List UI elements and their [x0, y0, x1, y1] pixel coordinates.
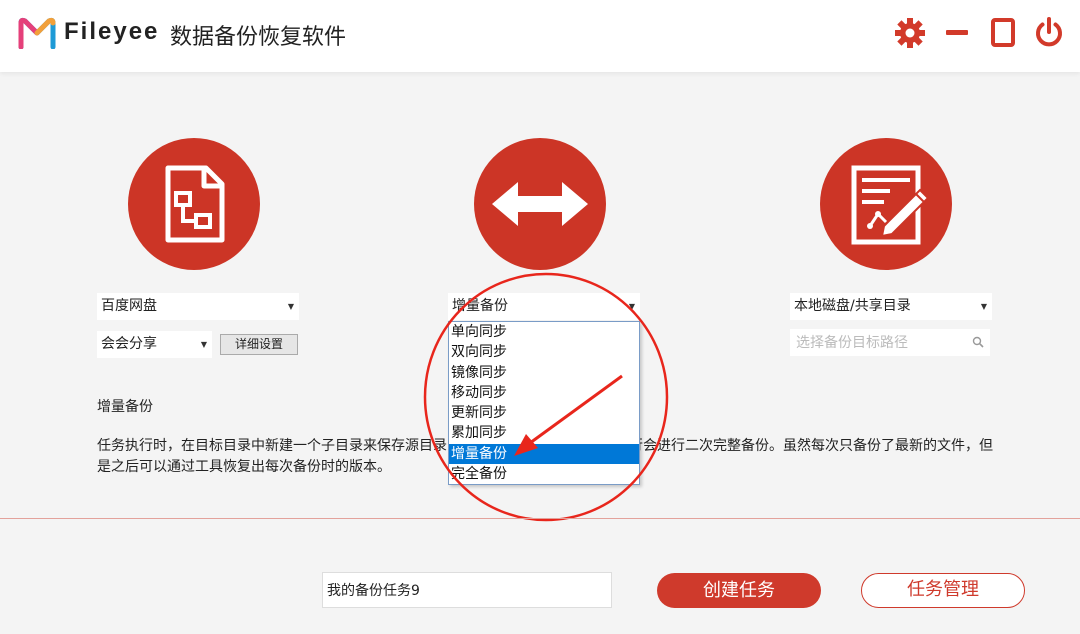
- mode-option[interactable]: 双向同步: [449, 342, 639, 362]
- brand-name: Fileyee: [64, 18, 160, 45]
- target-path-input[interactable]: [790, 329, 990, 356]
- mode-option[interactable]: 镜像同步: [449, 363, 639, 383]
- search-icon[interactable]: [972, 336, 984, 348]
- target-icon-circle[interactable]: [820, 138, 952, 270]
- mode-description-title: 增量备份: [97, 399, 153, 415]
- mode-option[interactable]: 单向同步: [449, 322, 639, 342]
- source-provider-value: 百度网盘: [101, 298, 157, 314]
- mode-select-value: 增量备份: [452, 298, 508, 314]
- chevron-down-icon: ▼: [628, 302, 635, 311]
- source-icon-circle[interactable]: [128, 138, 260, 270]
- minimize-icon: [946, 30, 968, 35]
- maximize-button[interactable]: [986, 16, 1020, 50]
- mode-option[interactable]: 完全备份: [449, 464, 639, 484]
- settings-button[interactable]: [893, 16, 927, 50]
- target-type-select[interactable]: 本地磁盘/共享目录 ▼: [790, 293, 992, 320]
- mode-option[interactable]: 更新同步: [449, 403, 639, 423]
- chevron-down-icon: ▼: [287, 302, 294, 311]
- document-flowchart-icon: [165, 165, 225, 243]
- chevron-down-icon: ▼: [200, 340, 207, 349]
- mode-option-selected[interactable]: 增量备份: [449, 443, 639, 465]
- minimize-button[interactable]: [940, 16, 974, 50]
- chevron-down-icon: ▼: [980, 302, 987, 311]
- source-provider-select[interactable]: 百度网盘 ▼: [97, 293, 299, 320]
- fileyee-logo-icon: [18, 17, 56, 49]
- source-account-select[interactable]: 会会分享 ▼: [97, 331, 212, 358]
- mode-option[interactable]: 移动同步: [449, 383, 639, 403]
- maximize-icon: [991, 18, 1015, 47]
- mode-select[interactable]: 增量备份 ▼: [448, 293, 640, 320]
- target-type-value: 本地磁盘/共享目录: [794, 298, 911, 314]
- double-arrow-icon: [492, 182, 588, 226]
- create-task-button[interactable]: 创建任务: [657, 573, 821, 608]
- close-button[interactable]: [1032, 16, 1066, 50]
- mode-option[interactable]: 累加同步: [449, 423, 639, 443]
- app-title: 数据备份恢复软件: [170, 25, 347, 50]
- title-bar: Fileyee 数据备份恢复软件: [0, 0, 1080, 72]
- detail-settings-button[interactable]: 详细设置: [220, 334, 298, 355]
- mode-dropdown-list: 单向同步 双向同步 镜像同步 移动同步 更新同步 累加同步 增量备份 完全备份: [448, 321, 640, 485]
- edit-document-icon: [851, 165, 930, 245]
- mode-icon-circle[interactable]: [474, 138, 606, 270]
- task-name-input[interactable]: [322, 572, 612, 608]
- power-icon: [1036, 17, 1062, 47]
- task-manage-button[interactable]: 任务管理: [861, 573, 1025, 608]
- footer-divider: [0, 518, 1080, 519]
- gear-icon: [895, 18, 925, 48]
- source-account-value: 会会分享: [101, 336, 157, 352]
